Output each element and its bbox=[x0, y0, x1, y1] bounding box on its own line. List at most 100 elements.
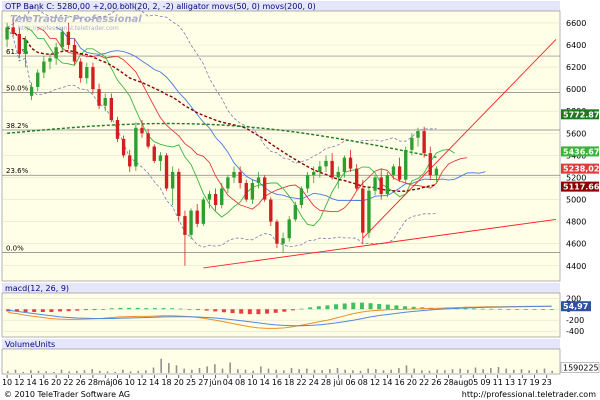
candle-body bbox=[287, 219, 291, 239]
candle-body bbox=[91, 67, 95, 90]
candle-body bbox=[66, 31, 71, 46]
price-chart: 61.8%50.0%38.2%23.6%0.0% 440046004800500… bbox=[0, 0, 600, 400]
macd-panel[interactable] bbox=[1, 292, 561, 338]
candle-body bbox=[23, 39, 28, 54]
footer-url[interactable]: http://professional.teletrader.com bbox=[462, 390, 596, 399]
macd-histogram-bar bbox=[127, 307, 132, 310]
macd-histogram-bar bbox=[135, 307, 140, 310]
candle-body bbox=[11, 27, 15, 34]
price-tick-label: 6200 bbox=[566, 63, 586, 72]
candle-body bbox=[164, 155, 169, 189]
x-tick-label: 22 bbox=[296, 378, 306, 387]
candle-body bbox=[42, 61, 46, 73]
candle-body bbox=[422, 131, 426, 154]
candle-body bbox=[183, 216, 187, 235]
x-tick-label: 19 bbox=[529, 378, 539, 387]
price-value-text: 5772.87 bbox=[563, 110, 599, 119]
volume-bar bbox=[198, 368, 201, 373]
volume-bar bbox=[237, 369, 239, 373]
x-tick-label: 20 bbox=[407, 378, 417, 387]
candle-body bbox=[177, 171, 181, 217]
candle-body bbox=[115, 120, 120, 139]
volume-bar bbox=[344, 369, 346, 373]
volume-bar bbox=[45, 371, 47, 373]
candle-body bbox=[36, 72, 40, 87]
volume-bar bbox=[382, 370, 385, 373]
macd-histogram-bar bbox=[144, 308, 149, 310]
macd-histogram-bar bbox=[394, 305, 399, 310]
macd-tick-label: -200 bbox=[566, 316, 584, 325]
price-tick-label: 5600 bbox=[566, 129, 586, 138]
volume-bar bbox=[37, 370, 40, 373]
candle-body bbox=[367, 190, 371, 233]
candle-body bbox=[348, 157, 353, 169]
volume-bar bbox=[30, 370, 32, 373]
x-tick-label: 16 bbox=[39, 378, 49, 387]
candle-body bbox=[207, 194, 212, 200]
macd-histogram-bar bbox=[273, 309, 278, 313]
price-tick-label: 4800 bbox=[566, 218, 586, 227]
x-tick-label: 08 bbox=[235, 378, 245, 387]
candle-body bbox=[54, 47, 58, 59]
candle-body bbox=[416, 131, 420, 138]
candle-body bbox=[434, 168, 439, 176]
volume-bar bbox=[513, 369, 515, 373]
macd-histogram-bar bbox=[152, 308, 157, 310]
candle-body bbox=[170, 171, 175, 189]
volume-bar bbox=[191, 369, 193, 373]
macd-title-bar bbox=[2, 283, 560, 293]
copyright-text: © 2010 TeleTrader Software AG bbox=[4, 390, 130, 399]
x-tick-label: júl bbox=[333, 378, 344, 387]
x-tick-label: 28 bbox=[444, 378, 454, 387]
macd-histogram-bar bbox=[549, 309, 554, 310]
candle-body bbox=[128, 155, 132, 167]
candle-body bbox=[336, 171, 340, 178]
macd-histogram-bar bbox=[256, 309, 261, 315]
x-tick-label: 14 bbox=[27, 378, 37, 387]
x-tick-label: 14 bbox=[382, 378, 392, 387]
candle-body bbox=[330, 160, 334, 178]
x-tick-label: 16 bbox=[272, 378, 282, 387]
volume-bar bbox=[175, 365, 178, 373]
volume-bar bbox=[206, 366, 208, 373]
candle-body bbox=[318, 166, 322, 172]
candle-body bbox=[256, 177, 261, 183]
x-tick-label: 10 bbox=[247, 378, 257, 387]
candle-body bbox=[324, 160, 328, 167]
candle-body bbox=[152, 146, 156, 161]
macd-histogram-bar bbox=[187, 309, 192, 310]
candle-body bbox=[109, 97, 114, 121]
volume-bar bbox=[505, 368, 507, 373]
volume-bar bbox=[375, 369, 377, 373]
candle-body bbox=[134, 127, 138, 167]
volume-bar bbox=[22, 371, 24, 373]
macd-histogram-bar bbox=[377, 304, 382, 310]
volume-bar bbox=[99, 370, 101, 373]
macd-histogram-bar bbox=[497, 308, 502, 310]
x-tick-label: 20 bbox=[51, 378, 61, 387]
volume-bar bbox=[129, 371, 132, 373]
price-tick-label: 4600 bbox=[566, 240, 586, 249]
volume-bar bbox=[152, 367, 155, 373]
candle-body bbox=[373, 177, 377, 191]
macd-histogram-bar bbox=[290, 309, 295, 311]
fib-level-label: 23.6% bbox=[6, 167, 29, 175]
volume-bar bbox=[267, 368, 270, 373]
x-tick-label: 09 bbox=[480, 378, 490, 387]
macd-histogram-bar bbox=[170, 308, 175, 310]
macd-histogram-bar bbox=[230, 309, 235, 314]
candle-body bbox=[140, 127, 144, 134]
candle-body bbox=[275, 221, 279, 244]
macd-histogram-bar bbox=[178, 308, 183, 310]
volume-y-axis: 1590225 bbox=[560, 362, 600, 373]
volume-bar bbox=[160, 358, 162, 373]
x-tick-label: 06 bbox=[345, 378, 355, 387]
x-tick-label: 28 bbox=[88, 378, 98, 387]
volume-bar bbox=[76, 370, 78, 373]
candle-body bbox=[281, 238, 285, 244]
volume-bar bbox=[114, 371, 116, 373]
fib-level-label: 50.0% bbox=[6, 84, 29, 92]
x-tick-label: 04 bbox=[223, 378, 233, 387]
volume-bar bbox=[306, 368, 308, 373]
macd-histogram-bar bbox=[334, 304, 339, 310]
